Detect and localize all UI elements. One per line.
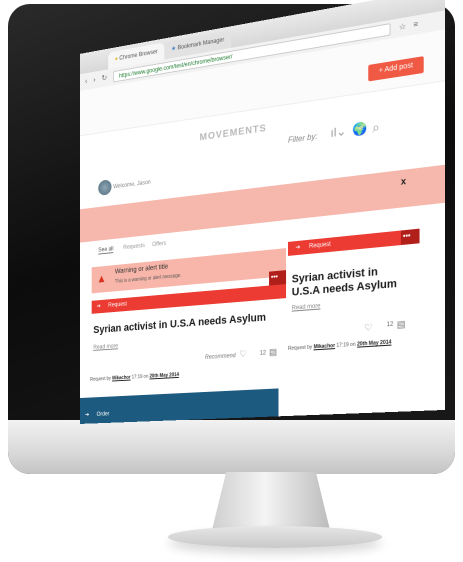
search-icon[interactable]: ⌕ bbox=[372, 119, 379, 137]
card-type-label: Request bbox=[309, 241, 331, 250]
heart-icon[interactable]: ♡ bbox=[364, 322, 372, 334]
tab-see-all[interactable]: See all bbox=[98, 246, 114, 255]
filter-label: Filter by: bbox=[287, 131, 318, 145]
avatar[interactable] bbox=[98, 179, 112, 196]
warning-triangle-icon: ▲ bbox=[96, 271, 107, 286]
more-icon: ••• bbox=[270, 273, 278, 282]
request-icon: ➔ bbox=[295, 244, 301, 252]
brand-logo: MOVEMENTS bbox=[199, 122, 267, 144]
date-link[interactable]: 20th May 2014 bbox=[150, 372, 179, 379]
request-icon: ➔ bbox=[96, 303, 101, 310]
screen: ● Chrome Browser ★ Bookmark Manager ‹ › … bbox=[80, 0, 445, 424]
reload-icon[interactable]: ↻ bbox=[102, 73, 108, 83]
monitor-stand-foot bbox=[168, 526, 382, 548]
tab-requests[interactable]: Requests bbox=[123, 243, 145, 251]
author-link[interactable]: Mikachor bbox=[112, 375, 130, 382]
card-header-request bbox=[287, 228, 420, 256]
tab-offers[interactable]: Offers bbox=[152, 241, 166, 248]
world-map-icon[interactable]: 🌍 bbox=[352, 121, 367, 137]
bookmark-star-icon: ★ bbox=[171, 45, 177, 53]
more-icon: ••• bbox=[402, 232, 411, 241]
comment-count: 12 bbox=[386, 321, 394, 329]
bookmark-star-icon[interactable]: ☆ bbox=[399, 21, 406, 33]
recommend-label: Recommend bbox=[204, 353, 236, 361]
more-icon[interactable]: ••• bbox=[263, 381, 270, 395]
order-icon: ➔ bbox=[85, 412, 90, 419]
author-link[interactable]: Mikachor bbox=[314, 343, 335, 350]
comment-icon[interactable]: ▤ bbox=[397, 319, 406, 331]
read-more-link[interactable]: Read more bbox=[93, 344, 118, 351]
comment-icon[interactable]: ▤ bbox=[269, 347, 277, 358]
forward-icon[interactable]: › bbox=[93, 75, 95, 85]
card-type-label: Request bbox=[108, 301, 127, 309]
menu-icon[interactable]: ≡ bbox=[413, 19, 418, 30]
card-meta: Request by Mikachor 17:19 on 20th May 20… bbox=[90, 372, 180, 383]
welcome-text: Welcome, Jason bbox=[113, 179, 151, 191]
card-type-label: Order bbox=[96, 411, 110, 418]
close-icon[interactable]: x bbox=[401, 176, 406, 187]
chrome-icon: ● bbox=[114, 56, 118, 63]
monitor-chin bbox=[8, 420, 455, 474]
comment-count: 12 bbox=[259, 350, 266, 357]
back-icon[interactable]: ‹ bbox=[85, 77, 87, 87]
bar-filter-icon[interactable]: ıl⌄ bbox=[330, 124, 346, 140]
monitor-stand-neck bbox=[212, 472, 330, 530]
read-more-link[interactable]: Read more bbox=[292, 303, 321, 311]
heart-icon[interactable]: ♡ bbox=[239, 349, 246, 360]
card-headline[interactable]: Syrian activist in U.S.A needs Asylum bbox=[93, 312, 266, 337]
date-link[interactable]: 20th May 2014 bbox=[357, 339, 391, 347]
card-meta: Request by Mikachor 17:19 on 20th May 20… bbox=[287, 339, 392, 352]
